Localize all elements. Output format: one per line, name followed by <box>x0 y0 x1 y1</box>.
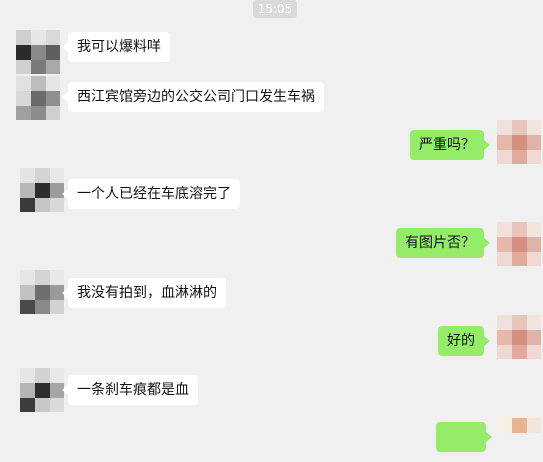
message-bubble-outgoing[interactable]: 严重吗？ <box>410 130 490 160</box>
contact-avatar[interactable] <box>16 30 60 74</box>
message-bubble-outgoing[interactable] <box>436 422 492 452</box>
message-bubble-outgoing[interactable]: 好的 <box>438 326 490 356</box>
chat-window: 15:05 我可以爆料咩 西江宾馆旁边的公交公司门口发生车祸 严重吗？ 一个人已… <box>0 0 543 452</box>
user-avatar[interactable] <box>497 315 541 359</box>
message-bubble-incoming[interactable]: 我没有拍到，血淋淋的 <box>62 278 226 308</box>
contact-avatar[interactable] <box>20 270 64 314</box>
user-avatar[interactable] <box>497 418 541 462</box>
contact-avatar[interactable] <box>20 168 64 212</box>
message-bubble-incoming[interactable]: 西江宾馆旁边的公交公司门口发生车祸 <box>62 82 324 112</box>
user-avatar[interactable] <box>497 222 541 266</box>
user-avatar[interactable] <box>497 120 541 164</box>
contact-avatar[interactable] <box>16 76 60 120</box>
timestamp-label: 15:05 <box>253 0 297 18</box>
contact-avatar[interactable] <box>20 368 64 412</box>
message-bubble-incoming[interactable]: 一个人已经在车底溶完了 <box>62 179 240 209</box>
message-bubble-incoming[interactable]: 一条刹车痕都是血 <box>62 375 198 405</box>
message-bubble-incoming[interactable]: 我可以爆料咩 <box>62 32 170 62</box>
message-bubble-outgoing[interactable]: 有图片否？ <box>396 228 490 258</box>
